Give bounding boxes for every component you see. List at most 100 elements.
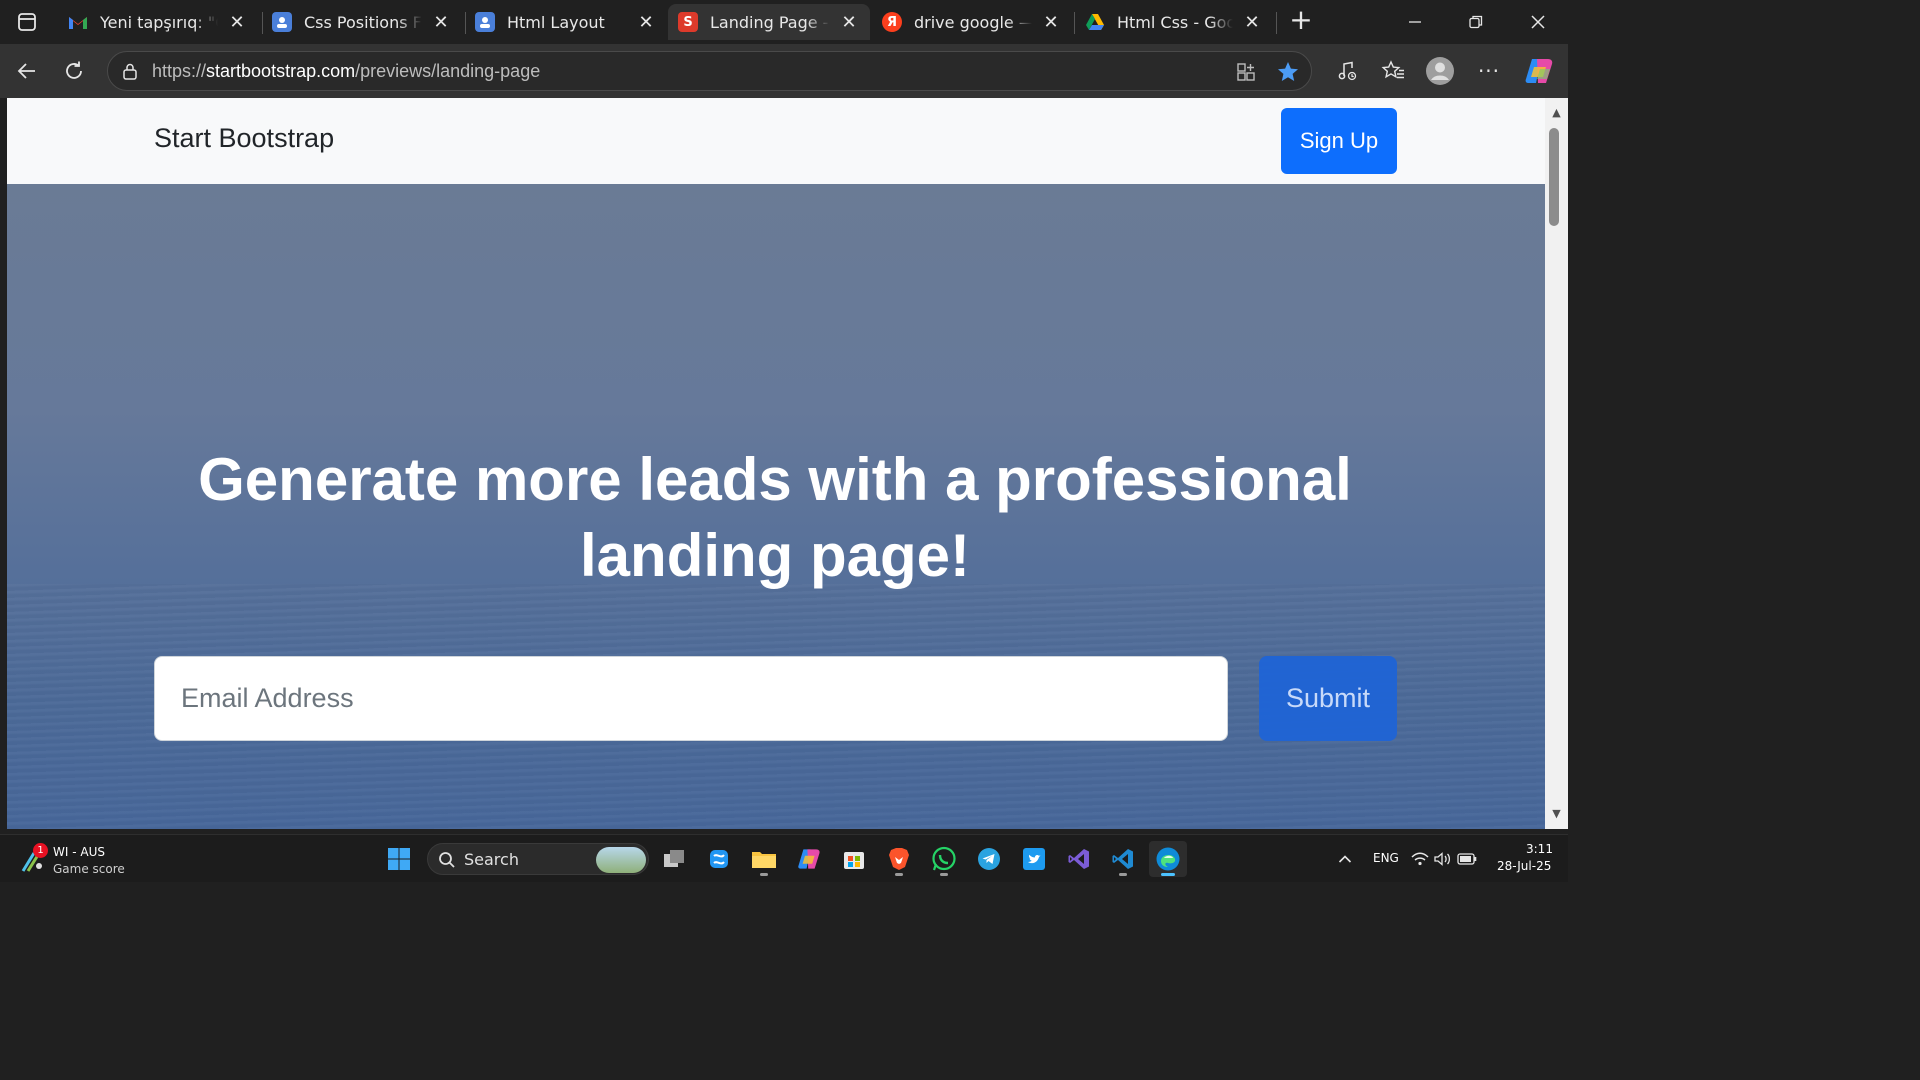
show-hidden-icons-button[interactable] [1327, 841, 1363, 877]
favorite-star-icon[interactable] [1276, 60, 1300, 84]
back-button[interactable] [12, 56, 42, 86]
page-scrollbar[interactable]: ▲ ▼ [1545, 98, 1568, 829]
search-icon [439, 852, 455, 868]
restore-icon [1469, 15, 1483, 29]
sign-up-button[interactable]: Sign Up [1281, 108, 1397, 174]
tab-title: Html Css - Googl [1117, 12, 1233, 32]
page-viewport: Start Bootstrap Sign Up Generate more le… [7, 98, 1545, 829]
browser-toolbar: https://startbootstrap.com/previews/land… [0, 44, 1568, 98]
tab-google-drive[interactable]: Html Css - Googl ✕ [1075, 4, 1273, 40]
language-indicator[interactable]: ENG [1373, 851, 1399, 865]
favorites-button[interactable] [1378, 56, 1408, 86]
plus-icon: + [1289, 3, 1313, 36]
running-indicator [940, 873, 948, 876]
minimize-button[interactable] [1395, 8, 1435, 36]
app-available-icon[interactable] [1234, 60, 1258, 84]
tab-close-icon[interactable]: ✕ [1040, 11, 1062, 33]
hero-headline: Generate more leads with a professional … [198, 446, 1352, 589]
edge-icon [1156, 847, 1180, 871]
more-dots-icon: ··· [1477, 59, 1501, 83]
tab-actions-button[interactable] [10, 8, 44, 36]
scroll-down-arrow-icon[interactable]: ▼ [1550, 808, 1563, 820]
url-prefix: https:// [152, 61, 207, 81]
settings-more-button[interactable]: ··· [1474, 56, 1504, 86]
tab-divider [1276, 12, 1277, 34]
task-view-button[interactable] [655, 841, 693, 877]
restore-button[interactable] [1456, 8, 1496, 36]
scrollbar-thumb[interactable] [1549, 128, 1559, 226]
tab-title: drive google — Я [914, 12, 1032, 32]
tab-close-icon[interactable]: ✕ [635, 11, 657, 33]
hero-section: Generate more leads with a professional … [7, 184, 1545, 829]
taskbar-app-file-explorer[interactable] [745, 841, 783, 877]
tab-landing-page[interactable]: S Landing Page - Th ✕ [668, 4, 870, 40]
quick-settings-button[interactable] [1405, 841, 1483, 877]
gmail-icon [68, 12, 88, 32]
tab-actions-icon [18, 13, 36, 31]
clock-time[interactable]: 3:11 [1526, 842, 1553, 856]
email-address-input[interactable] [154, 656, 1228, 741]
volume-icon [1434, 852, 1451, 866]
navbar-brand-link[interactable]: Start Bootstrap [154, 123, 334, 154]
new-tab-button[interactable]: + [1286, 6, 1316, 36]
tab-close-icon[interactable]: ✕ [226, 11, 248, 33]
tab-css-positions[interactable]: Css Positions Flex ✕ [262, 4, 462, 40]
running-indicator [1119, 873, 1127, 876]
taskbar-app-telegram[interactable] [970, 841, 1008, 877]
profile-button[interactable] [1425, 56, 1455, 86]
yandex-icon: Я [882, 12, 902, 32]
copilot-button[interactable] [1524, 56, 1554, 86]
taskbar-app-vscode[interactable] [1104, 841, 1142, 877]
taskbar-search-box[interactable]: Search [427, 843, 649, 875]
tab-title: Landing Page - Th [710, 12, 830, 32]
favorites-list-icon [1381, 60, 1404, 79]
classroom-icon [475, 12, 495, 32]
brave-lion-icon [889, 848, 909, 870]
start-button[interactable] [380, 841, 418, 877]
tab-close-icon[interactable]: ✕ [1241, 11, 1263, 33]
google-drive-icon [1085, 12, 1105, 32]
taskbar-app-brave[interactable] [880, 841, 918, 877]
lock-icon[interactable] [120, 61, 140, 81]
taskbar-app-edge[interactable] [1149, 841, 1187, 877]
close-icon [1531, 15, 1545, 29]
running-indicator [1161, 873, 1175, 876]
copilot-icon [1525, 59, 1553, 83]
tab-close-icon[interactable]: ✕ [838, 11, 860, 33]
taskbar-app-visual-studio[interactable] [1060, 841, 1098, 877]
news-widget[interactable]: 1 WI - AUS Game score [20, 841, 170, 877]
tab-title: Html Layout [507, 12, 605, 32]
close-window-button[interactable] [1518, 8, 1558, 36]
taskbar-app-whatsapp[interactable] [925, 841, 963, 877]
url-host: startbootstrap.com [206, 61, 356, 81]
media-button[interactable] [1332, 56, 1362, 86]
tab-title: Yeni tapşırıq: "Css [100, 12, 218, 32]
taskbar-app-store[interactable] [835, 841, 873, 877]
clock-date[interactable]: 28-Jul-25 [1497, 859, 1551, 873]
task-view-icon [664, 850, 684, 867]
taskbar-app-twitter[interactable] [1015, 841, 1053, 877]
tab-gmail[interactable]: Yeni tapşırıq: "Css ✕ [58, 4, 258, 40]
submit-button[interactable]: Submit [1259, 656, 1397, 741]
browser-tab-strip: Yeni tapşırıq: "Css ✕ Css Positions Flex… [0, 0, 1568, 44]
refresh-button[interactable] [59, 56, 89, 86]
widget-subtitle: Game score [53, 862, 125, 876]
notification-badge: 1 [33, 843, 48, 858]
taskbar-app-zoom[interactable] [700, 841, 738, 877]
tab-close-icon[interactable]: ✕ [430, 11, 452, 33]
whatsapp-icon [932, 846, 956, 871]
tab-title: Css Positions Flex [304, 12, 422, 32]
store-icon [844, 852, 864, 869]
address-bar[interactable]: https://startbootstrap.com/previews/land… [107, 51, 1312, 91]
running-indicator [760, 873, 768, 876]
startbootstrap-icon: S [678, 12, 698, 32]
tab-html-layout[interactable]: Html Layout ✕ [465, 4, 667, 40]
battery-icon [1457, 853, 1477, 865]
app-stack-icon [710, 850, 728, 868]
url-path: /previews/landing-page [355, 61, 541, 81]
taskbar-app-copilot[interactable] [790, 841, 828, 877]
tab-yandex[interactable]: Я drive google — Я ✕ [872, 4, 1072, 40]
widget-title: WI - AUS [53, 845, 105, 859]
chevron-up-icon [1338, 855, 1352, 863]
scroll-up-arrow-icon[interactable]: ▲ [1550, 107, 1563, 119]
